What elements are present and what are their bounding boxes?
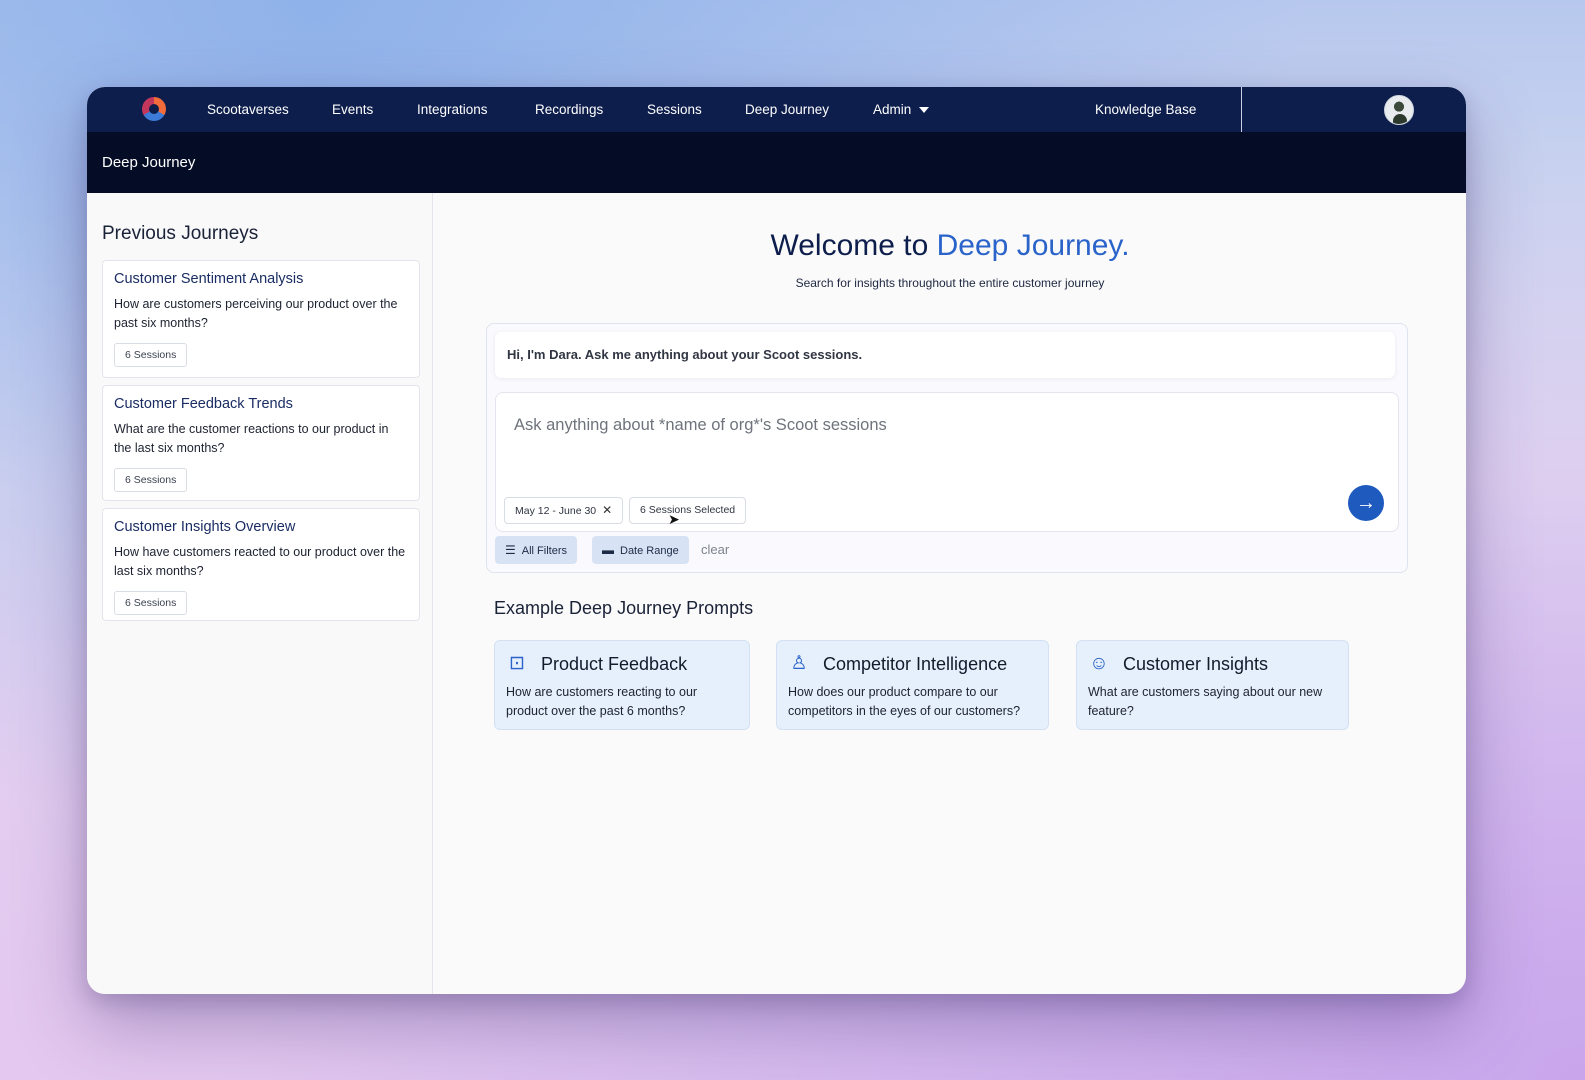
journey-question: How have customers reacted to our produc… xyxy=(114,545,406,578)
nav-item-events[interactable]: Events xyxy=(332,87,373,132)
welcome-accent: Deep Journey. xyxy=(936,229,1130,262)
example-text: How does our product compare to our comp… xyxy=(788,685,1021,718)
journey-title: Customer Sentiment Analysis xyxy=(114,271,304,287)
close-icon[interactable]: ✕ xyxy=(602,503,612,517)
send-button[interactable]: → xyxy=(1348,485,1384,521)
page-header: Deep Journey xyxy=(87,132,1466,193)
nav-item-admin-label: Admin xyxy=(873,102,912,117)
all-filters-button[interactable]: ☰ All Filters xyxy=(495,536,577,564)
nav-item-admin[interactable]: Admin xyxy=(873,87,930,132)
app-window: Scootaverses Events Integrations Recordi… xyxy=(87,87,1466,994)
prompt-input-placeholder: Ask anything about *name of org*'s Scoot… xyxy=(514,416,887,434)
prompt-input[interactable]: Ask anything about *name of org*'s Scoot… xyxy=(495,392,1399,532)
date-range-chip-label: May 12 - June 30 xyxy=(515,505,597,517)
journey-card[interactable]: Customer Insights Overview How have cust… xyxy=(102,508,420,621)
nav-item-integrations[interactable]: Integrations xyxy=(417,87,488,132)
clear-filters-link[interactable]: clear xyxy=(701,536,729,564)
user-circle-icon: ☺ xyxy=(1089,653,1109,674)
journey-sessions-badge: 6 Sessions xyxy=(114,468,188,492)
journey-sessions-badge: 6 Sessions xyxy=(114,343,188,367)
example-prompt-card[interactable]: ⊡ Product Feedback How are customers reac… xyxy=(494,640,750,730)
calendar-icon: ▬ xyxy=(602,543,614,557)
nav-item-sessions[interactable]: Sessions xyxy=(647,87,702,132)
welcome-subtitle: Search for insights throughout the entir… xyxy=(795,276,1105,290)
example-prompt-card[interactable]: ☺ Customer Insights What are customers sa… xyxy=(1076,640,1349,730)
bookmark-icon: ⊡ xyxy=(509,653,525,674)
example-title: Product Feedback xyxy=(541,653,688,674)
mouse-cursor-icon: ➤ xyxy=(668,511,680,527)
example-title: Customer Insights xyxy=(1123,653,1269,674)
app-logo-icon[interactable] xyxy=(142,97,166,121)
avatar[interactable] xyxy=(1384,95,1414,125)
nav-divider xyxy=(1241,87,1242,132)
example-prompt-card[interactable]: ♙ Competitor Intelligence How does our pr… xyxy=(776,640,1049,730)
main-panel: Welcome to Deep Journey. Search for insi… xyxy=(434,193,1466,994)
journey-card[interactable]: Customer Feedback Trends What are the cu… xyxy=(102,385,420,501)
journey-sessions-badge: 6 Sessions xyxy=(114,591,188,615)
examples-title: Example Deep Journey Prompts xyxy=(494,598,754,618)
example-text: What are customers saying about our new … xyxy=(1088,685,1323,718)
date-range-button[interactable]: ▬ Date Range xyxy=(592,536,689,564)
journey-title: Customer Insights Overview xyxy=(114,519,296,535)
nav-item-deep-journey[interactable]: Deep Journey xyxy=(745,87,829,132)
sidebar-title: Previous Journeys xyxy=(102,223,259,244)
nav-item-scootaverses[interactable]: Scootaverses xyxy=(207,87,289,132)
example-text: How are customers reacting to our produc… xyxy=(506,685,698,718)
all-filters-label: All Filters xyxy=(521,545,567,557)
sliders-icon: ☰ xyxy=(505,543,516,557)
page-title: Deep Journey xyxy=(102,154,196,171)
journey-card[interactable]: Customer Sentiment Analysis How are cust… xyxy=(102,260,420,378)
date-range-chip[interactable]: May 12 - June 30 ✕ xyxy=(504,497,624,524)
nav-item-recordings[interactable]: Recordings xyxy=(535,87,603,132)
chevron-down-icon xyxy=(919,107,930,114)
welcome-prefix: Welcome to xyxy=(770,229,937,262)
assistant-greeting: Hi, I'm Dara. Ask me anything about your… xyxy=(495,332,1395,378)
example-title: Competitor Intelligence xyxy=(823,653,1008,674)
journey-question: What are the customer reactions to our p… xyxy=(114,422,389,455)
content-area: Previous Journeys Customer Sentiment Ana… xyxy=(87,193,1466,994)
arrow-right-icon: → xyxy=(1356,492,1376,514)
date-range-label: Date Range xyxy=(620,545,679,557)
nav-item-knowledge-base[interactable]: Knowledge Base xyxy=(1095,87,1196,132)
welcome-heading: Welcome to Deep Journey. xyxy=(434,229,1466,263)
journey-question: How are customers perceiving our product… xyxy=(114,297,398,330)
chat-box: Hi, I'm Dara. Ask me anything about your… xyxy=(486,323,1408,573)
sidebar: Previous Journeys Customer Sentiment Ana… xyxy=(87,193,433,994)
journey-title: Customer Feedback Trends xyxy=(114,396,293,412)
top-navigation: Scootaverses Events Integrations Recordi… xyxy=(87,87,1466,132)
sessions-selected-chip[interactable]: 6 Sessions Selected xyxy=(629,497,747,524)
chess-pawn-icon: ♙ xyxy=(790,653,808,674)
